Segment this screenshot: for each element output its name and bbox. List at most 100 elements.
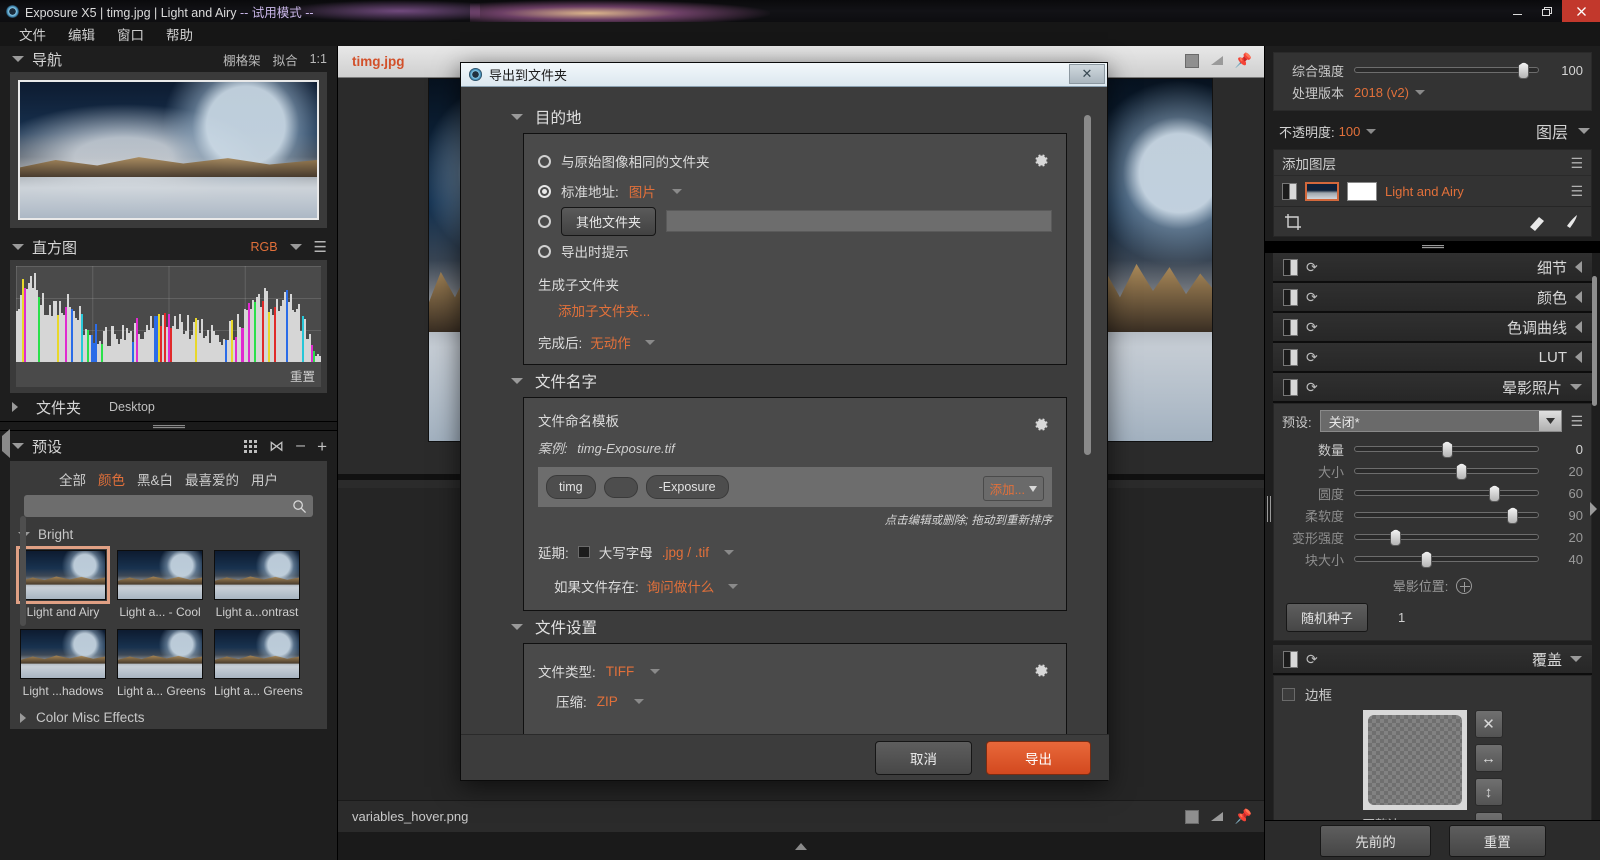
vignette-menu-icon[interactable]: ☰ bbox=[1570, 413, 1583, 430]
histogram-menu-icon[interactable]: ☰ bbox=[314, 240, 327, 255]
previous-button[interactable]: 先前的 bbox=[1320, 825, 1431, 857]
section-enable-icon[interactable] bbox=[1283, 349, 1298, 366]
preset-group-bright[interactable]: Bright bbox=[10, 525, 327, 546]
slider-track[interactable] bbox=[1354, 556, 1539, 562]
border-random-icon[interactable]: ✕ bbox=[1475, 710, 1503, 738]
gear-icon[interactable] bbox=[1033, 662, 1050, 679]
add-position-icon[interactable] bbox=[1456, 578, 1472, 594]
standard-location-value[interactable]: 图片 bbox=[629, 181, 656, 201]
reset-icon[interactable]: ⟳ bbox=[1306, 349, 1318, 366]
navigator-header[interactable]: 导航 棚格架 拟合 1:1 bbox=[0, 46, 337, 72]
panel-divider-grip[interactable] bbox=[0, 421, 337, 431]
radio-icon[interactable] bbox=[538, 215, 551, 228]
layer-visibility-icon[interactable] bbox=[1282, 183, 1297, 200]
vignette-preset-select[interactable]: 关闭* bbox=[1320, 410, 1563, 432]
soft-proof-icon[interactable] bbox=[1209, 54, 1225, 68]
process-version-value[interactable]: 2018 (v2) bbox=[1354, 85, 1409, 100]
reset-icon[interactable]: ⟳ bbox=[1306, 289, 1318, 306]
section-enable-icon[interactable] bbox=[1283, 651, 1298, 668]
navigator-option-grid[interactable]: 棚格架 bbox=[223, 50, 261, 69]
preset-item-light-cool[interactable]: Light a... - Cool bbox=[117, 550, 203, 619]
radio-icon[interactable] bbox=[538, 245, 551, 258]
section-enable-icon[interactable] bbox=[1283, 379, 1298, 396]
slider-track[interactable] bbox=[1354, 534, 1539, 540]
gear-icon[interactable] bbox=[1033, 416, 1050, 433]
filename-section-header[interactable]: 文件名字 bbox=[497, 365, 1073, 397]
histogram-header[interactable]: 直方图 RGB ☰ bbox=[0, 234, 337, 260]
preset-tab-bw[interactable]: 黑&白 bbox=[137, 469, 173, 489]
menu-item-help[interactable]: 帮助 bbox=[155, 22, 204, 46]
cancel-button[interactable]: 取消 bbox=[875, 741, 972, 775]
grid-view-icon[interactable] bbox=[244, 440, 257, 453]
section-color[interactable]: ⟳ 颜色 bbox=[1273, 283, 1592, 313]
layer-mask-thumbnail[interactable] bbox=[1347, 182, 1377, 201]
reset-button[interactable]: 重置 bbox=[1449, 825, 1546, 857]
file-exists-value[interactable]: 询问做什么 bbox=[647, 576, 715, 596]
preset-tab-favorites[interactable]: 最喜爱的 bbox=[185, 469, 239, 489]
preset-item-light-contrast[interactable]: Light a...ontrast bbox=[214, 550, 300, 619]
section-tone-curve[interactable]: ⟳ 色调曲线 bbox=[1273, 313, 1592, 343]
extension-value[interactable]: .jpg / .tif bbox=[662, 545, 709, 560]
layers-header[interactable]: 图层 bbox=[1536, 119, 1590, 143]
destination-option-same-folder[interactable]: 与原始图像相同的文件夹 bbox=[538, 146, 1052, 176]
right-panel-collapse-arrow[interactable] bbox=[1589, 501, 1598, 520]
section-enable-icon[interactable] bbox=[1283, 319, 1298, 336]
right-panel-grip-left[interactable] bbox=[1267, 496, 1272, 522]
menu-item-edit[interactable]: 编辑 bbox=[57, 22, 106, 46]
preset-category-color-misc[interactable]: Color Misc Effects bbox=[10, 698, 327, 729]
preset-item-light-greens-2[interactable]: Light a... Greens bbox=[214, 629, 300, 698]
brush-icon[interactable] bbox=[1561, 213, 1581, 231]
reset-icon[interactable]: ⟳ bbox=[1306, 651, 1318, 668]
dialog-close-button[interactable]: ✕ bbox=[1069, 64, 1105, 84]
compression-value[interactable]: ZIP bbox=[597, 694, 618, 709]
uppercase-checkbox[interactable] bbox=[578, 546, 590, 558]
folders-header[interactable]: 文件夹 Desktop bbox=[0, 393, 337, 421]
section-vignette[interactable]: ⟳ 晕影照片 bbox=[1273, 373, 1592, 403]
border-flip-horizontal-icon[interactable]: ↔ bbox=[1475, 744, 1503, 772]
preset-tab-color[interactable]: 颜色 bbox=[98, 469, 125, 489]
filename-token-1[interactable]: timg bbox=[546, 475, 596, 499]
histogram-reset-button[interactable]: 重置 bbox=[16, 362, 321, 387]
dialog-scrollbar[interactable] bbox=[1084, 115, 1091, 455]
other-folder-path-field[interactable] bbox=[666, 210, 1052, 232]
compare-view-icon[interactable] bbox=[1185, 810, 1199, 824]
file-type-value[interactable]: TIFF bbox=[606, 664, 635, 679]
section-enable-icon[interactable] bbox=[1283, 289, 1298, 306]
add-layer-row[interactable]: 添加图层 ☰ bbox=[1274, 150, 1591, 176]
section-enable-icon[interactable] bbox=[1283, 259, 1298, 276]
opacity-value[interactable]: 100 bbox=[1339, 124, 1361, 139]
other-folder-button[interactable]: 其他文件夹 bbox=[561, 207, 656, 236]
file-settings-section-header[interactable]: 文件设置 bbox=[497, 611, 1073, 643]
filename-token-3[interactable]: -Exposure bbox=[646, 475, 729, 499]
slider-track[interactable] bbox=[1354, 468, 1539, 474]
reset-icon[interactable]: ⟳ bbox=[1306, 259, 1318, 276]
preset-search-input[interactable] bbox=[30, 495, 230, 517]
layer-options-icon[interactable]: ☰ bbox=[1570, 184, 1583, 198]
collapse-icon[interactable]: ⋈ bbox=[269, 439, 284, 454]
slider-track[interactable] bbox=[1354, 446, 1539, 452]
section-overlay[interactable]: ⟳ 覆盖 bbox=[1273, 645, 1592, 675]
destination-option-standard[interactable]: 标准地址: 图片 bbox=[538, 176, 1052, 206]
left-panel-collapse-arrow[interactable] bbox=[2, 436, 12, 456]
border-checkbox[interactable] bbox=[1282, 688, 1295, 701]
maximize-button[interactable] bbox=[1532, 0, 1562, 22]
layer-row[interactable]: Light and Airy ☰ bbox=[1274, 176, 1591, 206]
border-preview[interactable] bbox=[1363, 710, 1467, 810]
section-detail[interactable]: ⟳ 细节 bbox=[1273, 253, 1592, 283]
preset-search-box[interactable] bbox=[24, 495, 313, 517]
section-lut[interactable]: ⟳ LUT bbox=[1273, 343, 1592, 373]
menu-item-file[interactable]: 文件 bbox=[8, 22, 57, 46]
canvas-footer[interactable] bbox=[338, 832, 1264, 860]
export-button[interactable]: 导出 bbox=[986, 741, 1091, 775]
reset-icon[interactable]: ⟳ bbox=[1306, 379, 1318, 396]
add-preset-button[interactable]: + bbox=[317, 438, 327, 455]
destination-option-other-folder[interactable]: 其他文件夹 bbox=[538, 206, 1052, 236]
border-toggle-row[interactable]: 边框 bbox=[1282, 684, 1583, 710]
soft-proof-icon[interactable] bbox=[1209, 810, 1225, 824]
histogram-channel[interactable]: RGB bbox=[250, 240, 277, 254]
preset-tab-all[interactable]: 全部 bbox=[59, 469, 86, 489]
pin-icon[interactable]: 📌 bbox=[1235, 52, 1252, 69]
presets-scrollbar[interactable] bbox=[20, 516, 26, 626]
after-export-value[interactable]: 无动作 bbox=[590, 332, 631, 352]
add-subfolder-link[interactable]: 添加子文件夹... bbox=[538, 298, 1052, 328]
